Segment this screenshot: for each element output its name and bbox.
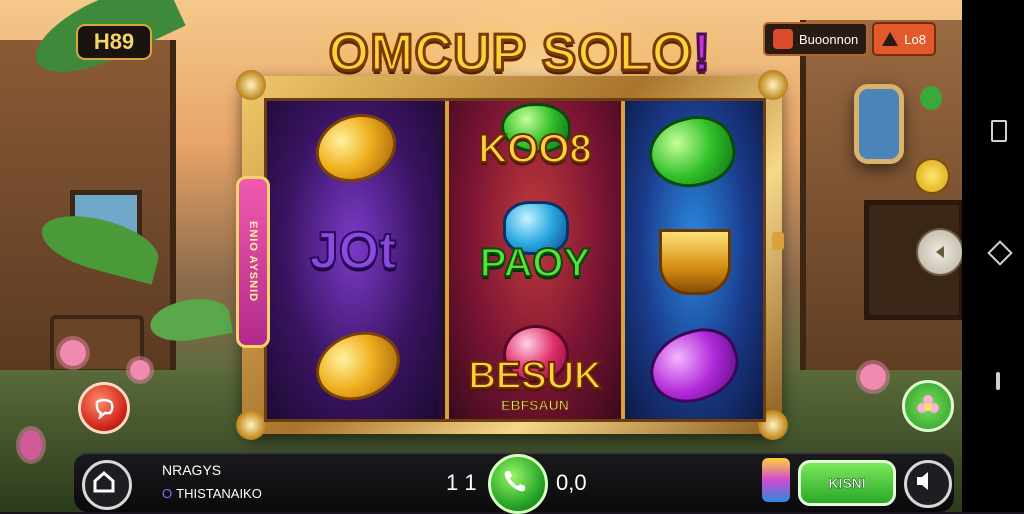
square-recent-icon[interactable] (991, 120, 1007, 142)
bonus-button[interactable] (902, 380, 954, 432)
home-icon (93, 470, 115, 493)
gold-cup-symbol (659, 229, 731, 295)
chat-button[interactable] (78, 382, 130, 434)
back-button[interactable] (916, 228, 964, 276)
reel-3[interactable] (625, 101, 763, 419)
player-name: NRAGYS (162, 462, 222, 478)
phone-icon (504, 471, 525, 492)
flower-icon (917, 395, 939, 413)
right-hut-picture (854, 84, 904, 164)
account-label: Buoonnon (799, 31, 859, 47)
reel-2[interactable]: KOO8 PAOY BESUK EBFSAUN (445, 101, 625, 419)
alert-button[interactable]: Lo8 (872, 22, 936, 56)
paoy-symbol: PAOY (479, 240, 591, 286)
profile-icon (773, 29, 793, 49)
player-status: O THISTANAIKO (162, 486, 262, 501)
bet-value: 1 1 (446, 470, 477, 495)
frame-corner (236, 70, 266, 100)
frame-corner (236, 410, 266, 440)
flower (860, 364, 886, 390)
green-gem-symbol (641, 107, 743, 197)
coin-button[interactable] (914, 158, 950, 194)
flower (60, 340, 86, 366)
right-hut (800, 20, 962, 380)
home-button[interactable] (82, 460, 132, 510)
game-title-text: OMCUP SOLO (327, 23, 694, 84)
warning-icon (882, 32, 899, 46)
reel-frame: JOt KOO8 PAOY BESUK EBFSAUN (236, 70, 788, 440)
status-dot: O (162, 486, 173, 501)
player-status-text: THISTANAIKO (176, 486, 262, 501)
account-button[interactable]: Buoonnon (763, 22, 869, 56)
level-badge: H89 (76, 24, 152, 60)
confirm-button[interactable]: KISNI (798, 460, 896, 506)
side-tab-label: ENIO AYSNID (247, 221, 259, 303)
alert-label: Lo8 (904, 31, 926, 47)
reel-1[interactable]: JOt (267, 101, 439, 419)
nav-bar-icon[interactable] (996, 372, 1000, 390)
leaf-icon (920, 86, 942, 110)
besuk-subtitle: EBFSAUN (501, 397, 570, 414)
speaker-icon (917, 472, 928, 490)
chat-bubble-icon (95, 398, 114, 419)
game-title-end: ! (692, 23, 712, 84)
spin-button[interactable] (488, 454, 548, 514)
gold-ring-symbol (306, 320, 410, 412)
besuk-symbol: BESUK (467, 354, 602, 398)
purple-gem-symbol (640, 318, 748, 414)
flower (130, 360, 150, 380)
jot-symbol: JOt (309, 221, 398, 281)
back-icon (936, 246, 944, 258)
frame-corner (758, 70, 788, 100)
character-icon[interactable] (762, 458, 790, 502)
win-value: 0,0 (556, 470, 587, 495)
top-right-controls: Buoonnon Lo8 (763, 22, 936, 56)
gold-ring-symbol (306, 102, 406, 194)
reel-frame-marker (772, 232, 784, 250)
side-tab[interactable]: ENIO AYSNID (236, 176, 270, 348)
reel-area: JOt KOO8 PAOY BESUK EBFSAUN (264, 98, 766, 422)
flower (20, 430, 42, 460)
sound-button[interactable] (904, 460, 952, 508)
left-hut (0, 40, 176, 373)
koo8-symbol: KOO8 (477, 126, 592, 172)
